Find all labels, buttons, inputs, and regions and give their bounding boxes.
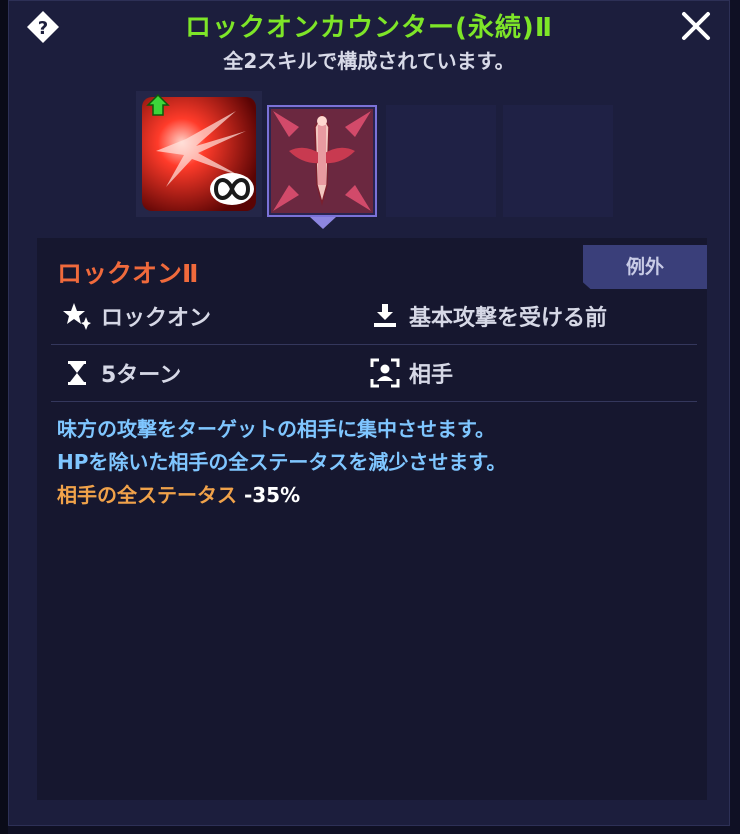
sword-crest-icon xyxy=(271,109,373,213)
skill-slot-2-selected[interactable] xyxy=(267,105,377,217)
skill-detail-panel: ? ロックオンカウンター(永続)Ⅱ 全2スキルで構成されています。 例外 ロック… xyxy=(8,0,730,826)
close-icon xyxy=(682,12,710,40)
hourglass-icon xyxy=(61,357,93,389)
skill-slot-4-empty xyxy=(503,105,613,217)
skill-name: ロックオンⅡ xyxy=(57,259,199,288)
stat-effect-line: 相手の全ステータス -35% xyxy=(57,479,697,512)
skill-type-label: ロックオン xyxy=(101,306,212,331)
exception-tag: 例外 xyxy=(583,245,707,289)
skill-duration-label: 5ターン xyxy=(101,363,182,388)
skill-target-label: 相手 xyxy=(409,363,454,388)
download-tray-icon xyxy=(369,300,401,332)
skill-duration: 5ターン xyxy=(61,345,181,401)
skill-description: 味方の攻撃をターゲットの相手に集中させます。 HPを除いた相手の全ステータスを減… xyxy=(57,413,697,512)
skill-slot-1[interactable] xyxy=(136,91,262,217)
skill-timing-label: 基本攻撃を受ける前 xyxy=(409,306,608,331)
page-title: ロックオンカウンター(永続)Ⅱ xyxy=(185,13,553,43)
close-button[interactable] xyxy=(677,9,715,47)
target-person-icon xyxy=(369,357,401,389)
skill-attr-row-1: ロックオン 基本攻撃を受ける前 xyxy=(51,288,697,345)
skill-target: 相手 xyxy=(369,345,453,401)
skill-attr-row-2: 5ターン 相手 xyxy=(51,345,697,402)
skill-slot-3-empty xyxy=(386,105,496,217)
description-line-1: 味方の攻撃をターゲットの相手に集中させます。 xyxy=(57,417,495,441)
selection-pointer xyxy=(310,217,336,229)
lock-on-counter-icon xyxy=(142,93,256,211)
stat-effect-label: 相手の全ステータス xyxy=(57,483,237,507)
sparkle-icon xyxy=(61,300,93,332)
page-subtitle: 全2スキルで構成されています。 xyxy=(223,49,515,73)
description-line-2: HPを除いた相手の全ステータスを減少させます。 xyxy=(57,450,507,474)
skill-type: ロックオン xyxy=(61,288,211,344)
skill-detail-card: 例外 ロックオンⅡ ロックオン 基本攻撃を受ける前 5ターン 相手 味方の攻撃を… xyxy=(37,238,707,800)
background-edge xyxy=(0,0,8,834)
skill-slots xyxy=(136,91,626,229)
skill-timing: 基本攻撃を受ける前 xyxy=(369,288,607,344)
stat-effect-value: -35% xyxy=(243,483,301,507)
